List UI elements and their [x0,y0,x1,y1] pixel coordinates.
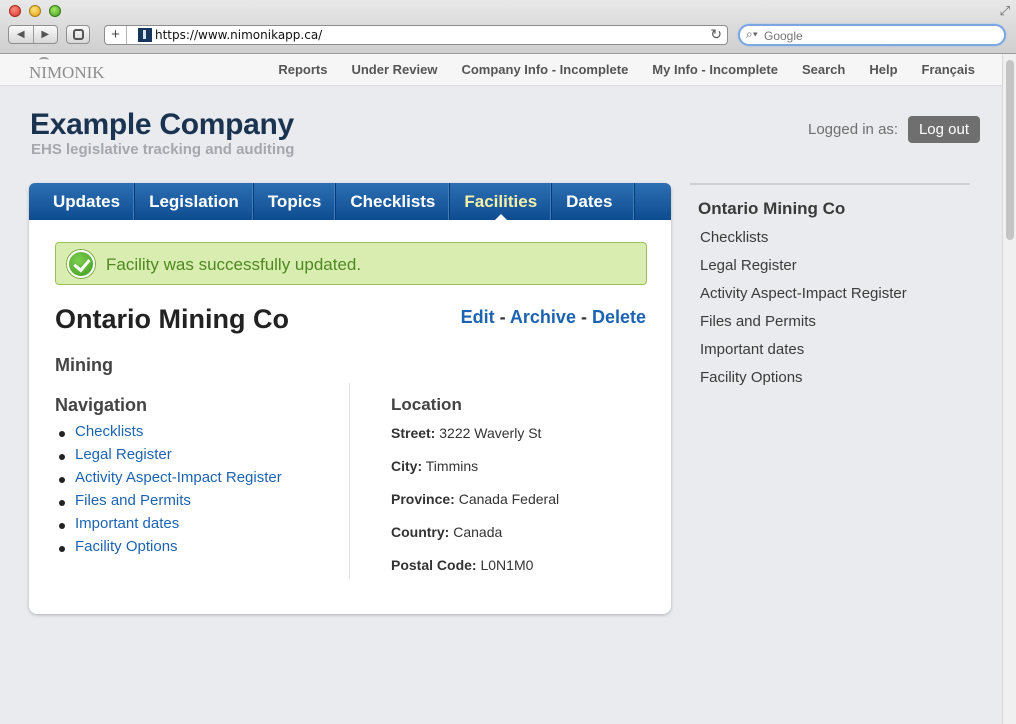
nav-my-info[interactable]: My Info - Incomplete [652,62,778,77]
tab-dates[interactable]: Dates [552,183,636,220]
sidebar-item-aspect-impact-register[interactable]: Activity Aspect-Impact Register [700,285,907,313]
list-item: Legal Register [55,446,282,469]
location-details: Street: 3222 Waverly St City: Timmins Pr… [391,425,559,590]
tab-checklists[interactable]: Checklists [336,183,451,220]
address-bar[interactable]: + https://www.nimonikapp.ca/ ↻ [104,25,728,45]
scrollbar-thumb[interactable] [1006,60,1014,240]
success-message: Facility was successfully updated. [55,242,647,285]
nav-help[interactable]: Help [869,62,897,77]
reload-icon[interactable]: ↻ [710,26,722,43]
location-heading: Location [391,395,462,414]
close-window-button[interactable] [9,5,21,17]
field-label: Country: [391,524,450,540]
forward-button[interactable]: ▶ [34,26,58,43]
sidebar-item-files-permits[interactable]: Files and Permits [700,313,907,341]
sidebar-title: Ontario Mining Co [698,199,846,218]
location-street: Street: 3222 Waverly St [391,425,559,458]
logged-in-label: Logged in as: [808,121,899,138]
edit-link[interactable]: Edit [461,307,495,327]
nav-francais[interactable]: Français [922,62,975,77]
tab-updates[interactable]: Updates [29,183,136,220]
tabs-icon [73,29,84,40]
list-item: Files and Permits [55,492,282,515]
navigation-heading: Navigation [55,395,148,415]
site-top-nav: NIMONIK Reports Under Review Company Inf… [0,54,1002,86]
tagline: EHS legislative tracking and auditing [31,141,295,158]
show-tabs-button[interactable] [66,25,90,44]
sidebar-item-legal-register[interactable]: Legal Register [700,257,907,285]
field-value: Canada Federal [458,491,560,507]
search-icon: ⌕▾ [746,27,758,41]
sidebar-item-important-dates[interactable]: Important dates [700,341,907,369]
action-separator: - [575,307,592,327]
check-icon [67,250,95,278]
nav-search[interactable]: Search [802,62,845,77]
list-item: Facility Options [55,538,282,561]
location-province: Province: Canada Federal [391,491,559,524]
main-panel: Updates Legislation Topics Checklists Fa… [29,183,671,614]
tab-facilities[interactable]: Facilities [450,183,553,220]
nav-link-aspect-impact-register[interactable]: Activity Aspect-Impact Register [75,469,282,486]
tab-topics[interactable]: Topics [254,183,337,220]
facility-sector: Mining [55,355,113,375]
sidebar-list: Checklists Legal Register Activity Aspec… [700,229,907,397]
list-item: Activity Aspect-Impact Register [55,469,282,492]
search-field[interactable]: ⌕▾ [738,24,1006,46]
facility-sidebar: Ontario Mining Co Checklists Legal Regis… [690,183,970,386]
minimize-window-button[interactable] [29,5,41,17]
navigation-list: Checklists Legal Register Activity Aspec… [55,423,282,561]
list-item: Checklists [55,423,282,446]
sidebar-item-checklists[interactable]: Checklists [700,229,907,257]
location-country: Country: Canada [391,524,559,557]
field-label: Province: [391,491,455,507]
search-input[interactable] [764,28,994,43]
location-postal-code: Postal Code: L0N1M0 [391,557,559,590]
action-separator: - [494,307,510,327]
vertical-scrollbar[interactable] [1002,54,1016,724]
back-forward-buttons: ◀ ▶ [8,25,58,44]
nav-company-info[interactable]: Company Info - Incomplete [461,62,628,77]
column-divider [349,383,350,579]
nimonik-logo[interactable]: NIMONIK [29,57,105,84]
facility-title: Ontario Mining Co [55,304,289,334]
fullscreen-icon[interactable]: ⤢ [1000,3,1010,19]
nav-reports[interactable]: Reports [278,62,327,77]
tab-legislation[interactable]: Legislation [135,183,254,220]
facility-actions: Edit - Archive - Delete [461,307,646,328]
nav-link-legal-register[interactable]: Legal Register [75,446,172,463]
company-name: Example Company [30,108,294,141]
field-value: L0N1M0 [480,557,534,573]
field-value: Timmins [425,458,479,474]
main-tabs: Updates Legislation Topics Checklists Fa… [29,183,671,220]
logo-text: NIMONIK [29,63,105,82]
archive-link[interactable]: Archive [510,307,576,327]
site-favicon-icon [138,28,152,42]
delete-link[interactable]: Delete [592,307,646,327]
nav-link-facility-options[interactable]: Facility Options [75,538,178,555]
logout-button[interactable]: Log out [908,116,980,143]
field-label: Street: [391,425,436,441]
add-bookmark-button[interactable]: + [105,26,127,44]
list-item: Important dates [55,515,282,538]
sidebar-item-facility-options[interactable]: Facility Options [700,369,907,397]
browser-toolbar: ⤢ ◀ ▶ + https://www.nimonikapp.ca/ ↻ ⌕▾ [0,0,1016,54]
field-label: Postal Code: [391,557,477,573]
field-value: Canada [453,524,503,540]
field-label: City: [391,458,423,474]
nav-under-review[interactable]: Under Review [351,62,437,77]
location-city: City: Timmins [391,458,559,491]
zoom-window-button[interactable] [49,5,61,17]
nav-link-files-permits[interactable]: Files and Permits [75,492,191,509]
success-message-text: Facility was successfully updated. [106,255,362,274]
nav-link-important-dates[interactable]: Important dates [75,515,179,532]
url-text[interactable]: https://www.nimonikapp.ca/ [155,28,322,42]
nav-link-checklists[interactable]: Checklists [75,423,143,440]
field-value: 3222 Waverly St [439,425,542,441]
back-button[interactable]: ◀ [9,26,34,43]
